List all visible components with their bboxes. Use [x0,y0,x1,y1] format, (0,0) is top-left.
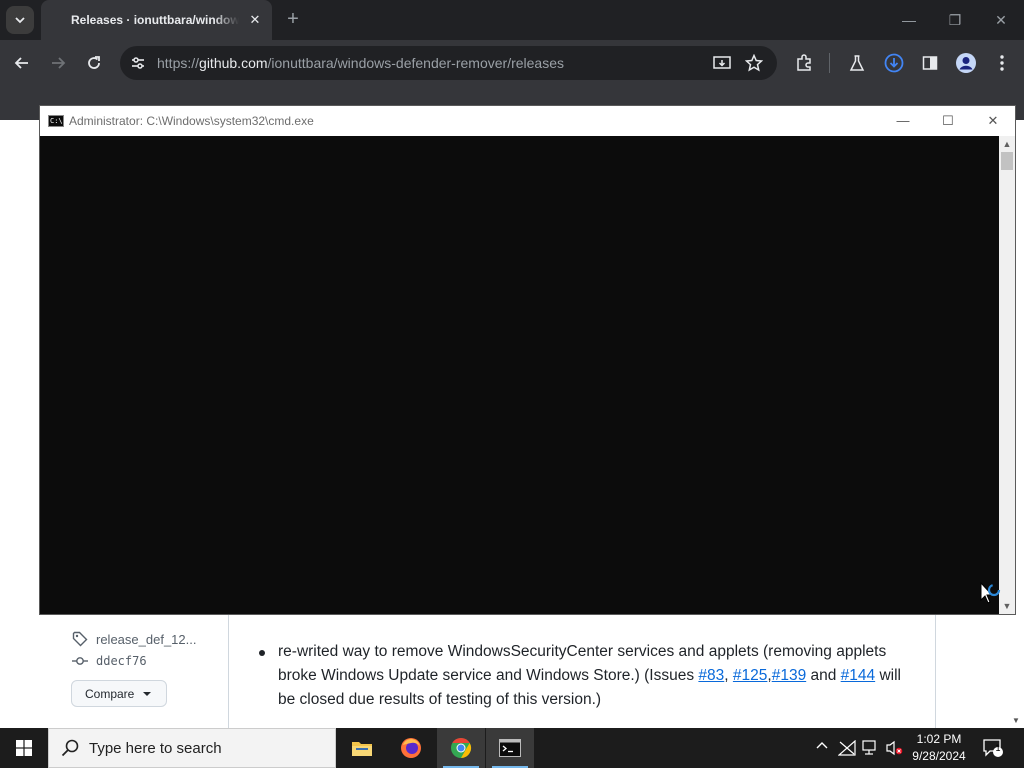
compare-button[interactable]: Compare [71,680,167,707]
cmd-close-icon[interactable]: ✕ [982,110,1004,132]
taskbar-cmd[interactable] [486,728,534,768]
forward-icon[interactable] [44,49,72,77]
network-ethernet-icon[interactable] [862,740,880,759]
search-placeholder: Type here to search [89,739,222,757]
install-app-icon[interactable] [708,49,736,77]
busy-cursor-icon [980,582,1001,604]
desktop-screen: Releases · ionuttbara/windows-defender-r… [0,0,1024,768]
extensions-icon[interactable] [790,49,818,77]
search-icon [61,739,79,757]
notification-count: 1 [995,743,1001,753]
taskbar-clock[interactable]: 1:02 PM 9/28/2024 [908,731,970,765]
show-hidden-icons-icon[interactable] [816,740,828,755]
clock-date: 9/28/2024 [912,749,966,763]
close-icon[interactable]: ✕ [988,8,1014,32]
cmd-scroll-thumb[interactable] [1001,152,1013,170]
windows-taskbar: Type here to search 1:02 PM 9/28/2024 1 [0,728,1024,768]
commit-icon [72,657,88,665]
site-info-icon[interactable] [124,49,152,77]
menu-icon[interactable] [988,49,1016,77]
url-prefix: https:// [157,55,200,71]
compare-label: Compare [85,686,135,701]
tab-close-icon[interactable]: ✕ [246,11,264,29]
release-tag[interactable]: release_def_12... [72,631,196,647]
cmd-app-icon: C:\ [48,115,64,127]
url-text: https://github.com/ionuttbara/windows-de… [157,55,564,71]
restore-icon[interactable]: ❐ [942,8,968,32]
tag-icon [72,631,88,647]
bullet-point [259,650,265,656]
taskbar-file-explorer[interactable] [338,728,386,768]
commit-hash: ddecf76 [96,654,147,668]
note-text-2: and [806,667,841,684]
cmd-console-area[interactable] [40,136,999,614]
tab-releases[interactable]: Releases · ionuttbara/windows-defender-r… [41,0,272,40]
tab-search-button[interactable] [6,6,34,34]
issue-link-83[interactable]: #83 [698,667,724,684]
profile-icon[interactable] [952,49,980,77]
cmd-maximize-icon[interactable]: ☐ [937,110,959,132]
firefox-icon [401,738,421,758]
taskbar-firefox[interactable] [387,728,435,768]
windows-logo-icon [16,740,32,756]
caret-down-icon [143,691,152,696]
chevron-down-icon [15,17,25,24]
tag-name: release_def_12... [96,631,197,647]
cmd-window[interactable]: C:\ Administrator: C:\Windows\system32\c… [39,105,1016,615]
release-notes-item: re-writed way to remove WindowsSecurityC… [278,640,918,712]
download-icon[interactable] [880,49,908,77]
start-button[interactable] [0,728,48,768]
note-sep-1: , [724,667,733,684]
cmd-minimize-icon[interactable]: — [892,110,914,132]
issue-link-144[interactable]: #144 [841,667,875,684]
url-domain: github.com [199,55,268,71]
back-icon[interactable] [8,49,36,77]
notification-center-icon[interactable]: 1 [983,738,1005,761]
browser-tab-strip: Releases · ionuttbara/windows-defender-r… [0,0,1024,40]
minimize-icon[interactable]: — [896,8,922,32]
clock-time: 1:02 PM [916,732,962,746]
network-disconnected-icon[interactable] [837,739,856,759]
issue-link-125[interactable]: #125 [733,667,767,684]
taskbar-search-box[interactable]: Type here to search [48,728,336,768]
release-commit[interactable]: ddecf76 [72,653,147,669]
folder-icon [352,742,372,756]
cmd-window-title: Administrator: C:\Windows\system32\cmd.e… [69,114,314,128]
volume-muted-icon[interactable] [886,740,904,759]
tab-title: Releases · ionuttbara/windows-defender-r… [71,13,239,27]
toolbar-divider [829,53,830,73]
url-path: /ionuttbara/windows-defender-remover/rel… [267,55,564,71]
bookmark-star-icon[interactable] [740,49,768,77]
labs-icon[interactable] [843,49,871,77]
scroll-down-icon[interactable]: ▼ [1012,716,1020,725]
cmd-scrollbar[interactable]: ▲ ▼ [999,136,1015,614]
cmd-title-bar[interactable]: C:\ Administrator: C:\Windows\system32\c… [40,106,1015,136]
taskbar-chrome[interactable] [437,728,485,768]
side-panel-icon[interactable] [916,49,944,77]
reload-icon[interactable] [80,49,108,77]
cmd-icon [499,739,521,757]
issue-link-139[interactable]: #139 [772,667,806,684]
cmd-scroll-up-icon[interactable]: ▲ [999,136,1015,152]
new-tab-button[interactable]: + [282,8,304,30]
chrome-icon [451,737,472,759]
